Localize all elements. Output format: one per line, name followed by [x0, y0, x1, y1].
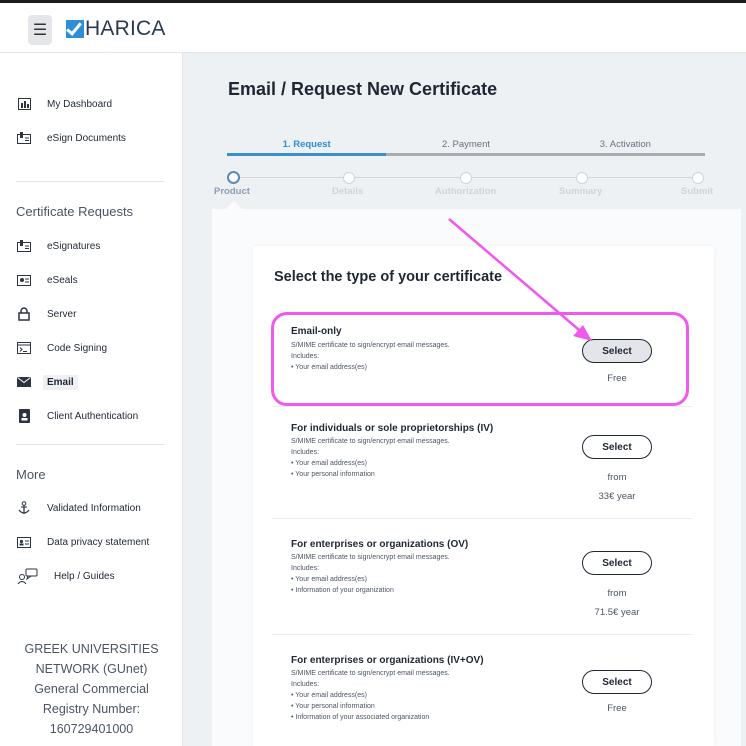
sidebar-item-label: eSeals	[47, 274, 78, 286]
option-price: Free	[607, 703, 627, 714]
seal-icon	[16, 272, 32, 288]
footer-line: NETWORK (GUnet)	[35, 662, 148, 676]
option-description: S/MIME certificate to sign/encrypt email…	[291, 554, 450, 594]
logo-check-icon	[66, 20, 84, 38]
option-enterprises-ov: For enterprises or organizations (OV) S/…	[272, 518, 693, 634]
option-name: For enterprises or organizations (OV)	[291, 539, 469, 550]
substep-dot	[343, 172, 355, 184]
substep-dot	[692, 172, 704, 184]
option-name: For enterprises or organizations (IV+OV)	[291, 655, 484, 666]
option-price: from 71.5€ year	[594, 588, 640, 618]
badge-icon	[16, 408, 32, 424]
sidebar-item-client-authentication[interactable]: Client Authentication	[16, 406, 138, 426]
menu-icon[interactable]: ☰	[28, 15, 52, 45]
dashboard-icon	[16, 96, 32, 112]
option-price: Free	[607, 373, 627, 384]
substep-dot	[576, 172, 588, 184]
code-icon	[16, 340, 32, 356]
lock-icon	[16, 306, 32, 322]
footer-line: General Commercial	[34, 682, 149, 696]
sidebar-item-label: Server	[47, 308, 77, 320]
option-description: S/MIME certificate to sign/encrypt email…	[291, 670, 450, 721]
document-sign-icon	[16, 130, 32, 146]
sidebar-item-data-privacy[interactable]: Data privacy statement	[16, 532, 149, 552]
option-price: from 33€ year	[598, 472, 636, 502]
option-enterprises-iv-ov: For enterprises or organizations (IV+OV)…	[272, 634, 693, 746]
sidebar-divider	[16, 444, 164, 445]
step-bar-done	[227, 153, 386, 156]
footer-line: Registry Number:	[42, 702, 141, 716]
substep-summary: Summary	[559, 186, 603, 197]
substep-dot	[227, 171, 240, 184]
substep-dot	[460, 172, 472, 184]
organization-footer: GREEK UNIVERSITIES NETWORK (GUnet) Gener…	[0, 639, 183, 739]
step-progress: 1. Request 2. Payment 3. Activation	[227, 139, 705, 156]
sidebar-item-label: eSignatures	[47, 240, 101, 252]
step-bar-remaining	[386, 153, 705, 156]
harica-logo[interactable]: HARICA	[66, 17, 166, 41]
sidebar-item-label: Client Authentication	[47, 410, 139, 422]
logo-text: HARICA	[85, 17, 166, 40]
signature-icon	[16, 238, 32, 254]
substep-authorization: Authorization	[435, 186, 497, 197]
option-name: Email-only	[291, 326, 342, 337]
id-card-icon	[16, 534, 32, 550]
anchor-icon	[16, 500, 32, 516]
option-description: S/MIME certificate to sign/encrypt email…	[291, 438, 450, 478]
sidebar-item-my-dashboard[interactable]: My Dashboard	[16, 94, 112, 114]
footer-line: 160729401000	[49, 722, 134, 736]
sidebar-item-validated-information[interactable]: Validated Information	[16, 498, 141, 518]
sidebar-item-esignatures[interactable]: eSignatures	[16, 236, 100, 256]
sidebar-item-label: My Dashboard	[47, 98, 113, 110]
sidebar-item-eseals[interactable]: eSeals	[16, 270, 78, 290]
sidebar-item-email[interactable]: Email	[16, 372, 78, 392]
card-title: Select the type of your certificate	[274, 269, 503, 285]
sidebar-item-label: eSign Documents	[47, 132, 126, 144]
select-button[interactable]: Select	[582, 670, 652, 694]
page-title: Email / Request New Certificate	[228, 79, 498, 99]
option-description: S/MIME certificate to sign/encrypt email…	[291, 342, 450, 371]
sidebar-item-label: Data privacy statement	[47, 536, 150, 548]
substep-details: Details	[332, 186, 364, 197]
sidebar-item-label: Code Signing	[47, 342, 108, 354]
more-heading: More	[16, 467, 46, 482]
substep-submit: Submit	[681, 186, 714, 197]
top-bar: ☰ HARICA	[0, 0, 746, 53]
substep-product: Product	[214, 186, 250, 197]
select-button[interactable]: Select	[582, 339, 652, 363]
email-icon	[16, 374, 32, 390]
sidebar-item-label: Help / Guides	[54, 570, 115, 582]
option-email-only: Email-only S/MIME certificate to sign/en…	[272, 310, 693, 406]
option-name: For individuals or sole proprietorships …	[291, 423, 494, 434]
step-payment: 2. Payment	[441, 139, 491, 150]
sidebar-divider	[16, 181, 164, 182]
sidebar-item-server[interactable]: Server	[16, 304, 76, 324]
sidebar-item-esign-documents[interactable]: eSign Documents	[16, 128, 126, 148]
sidebar-item-label: Email	[43, 374, 78, 390]
step-request: 1. Request	[282, 139, 331, 150]
option-individuals-iv: For individuals or sole proprietorships …	[272, 406, 693, 518]
sidebar-item-code-signing[interactable]: Code Signing	[16, 338, 107, 358]
select-button[interactable]: Select	[582, 435, 652, 459]
step-activation: 3. Activation	[599, 139, 651, 150]
sidebar: My Dashboard eSign Documents Certificate…	[0, 53, 183, 746]
help-chat-icon	[16, 568, 40, 584]
footer-line: GREEK UNIVERSITIES	[24, 642, 159, 656]
certificate-requests-heading: Certificate Requests	[16, 204, 134, 219]
sidebar-item-help-guides[interactable]: Help / Guides	[16, 566, 115, 586]
sidebar-item-label: Validated Information	[47, 502, 141, 514]
substep-progress	[227, 171, 705, 185]
select-button[interactable]: Select	[582, 551, 652, 575]
